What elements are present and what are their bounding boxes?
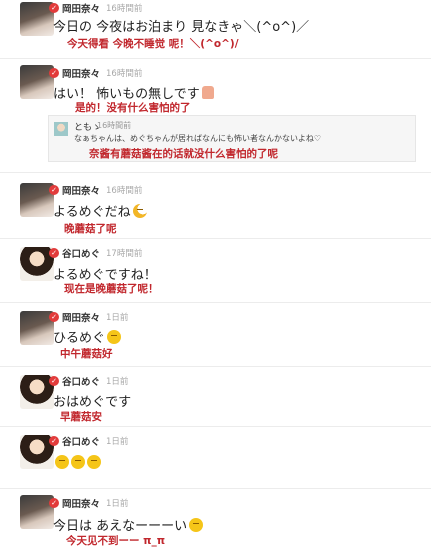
post-header: ✓ 谷口めぐ 17時間前 — [49, 246, 143, 260]
smiley-emoji-icon — [71, 455, 85, 469]
timestamp: 16時間前 — [106, 4, 143, 14]
timestamp: 1日前 — [106, 313, 129, 323]
username[interactable]: 岡田奈々 — [62, 66, 100, 80]
post: ✓ 岡田奈々 16時間前 今日の 今夜はお泊まり 見なきゃ＼(^o^)／ 今天得… — [0, 0, 431, 58]
verified-badge-icon: ✓ — [49, 248, 59, 258]
smiley-emoji-icon — [107, 329, 122, 344]
post-header: ✓ 岡田奈々 1日前 — [49, 496, 129, 510]
post-text: おはめぐです — [53, 395, 132, 410]
quoted-post[interactable]: ともゝ 16時間前 なぁちゃんは、めぐちゃんが居ればなんにも怖い者なんかないよね… — [48, 115, 416, 162]
translation-text: 今天得看 今晚不睡觉 呢！＼(^o^)/ — [67, 38, 239, 50]
username[interactable]: 岡田奈々 — [62, 1, 100, 15]
post-text: 今日の 今夜はお泊まり 見なきゃ＼(^o^)／ — [53, 20, 310, 35]
smiley-emoji-icon — [87, 455, 101, 469]
translation-text: 中午蘑菇好 — [60, 348, 113, 360]
post: ✓ 岡田奈々 1日前 今日は あえなーーーい 今天见不到ーー π_π — [0, 488, 431, 549]
quoted-translation: 奈酱有蘑菇酱在的话就没什么害怕的了呢 — [89, 148, 278, 160]
moon-emoji-icon — [132, 203, 147, 218]
username[interactable]: 岡田奈々 — [62, 496, 100, 510]
verified-badge-icon: ✓ — [49, 3, 59, 13]
verified-badge-icon: ✓ — [49, 376, 59, 386]
quoted-text: なぁちゃんは、めぐちゃんが居ればなんにも怖い者なんかないよね♡ — [74, 134, 322, 143]
translation-text: 早蘑菇安 — [60, 411, 102, 423]
timestamp: 1日前 — [106, 377, 129, 387]
post-text — [53, 455, 101, 469]
verified-badge-icon: ✓ — [49, 312, 59, 322]
timestamp: 16時間前 — [106, 186, 143, 196]
smiley-emoji-icon — [55, 455, 69, 469]
post-header: ✓ 岡田奈々 1日前 — [49, 310, 129, 324]
username[interactable]: 谷口めぐ — [62, 374, 100, 388]
post: ✓ 谷口めぐ 1日前 おはめぐです 早蘑菇安 — [0, 366, 431, 426]
timestamp: 1日前 — [106, 437, 129, 447]
post-text: 今日は あえなーーーい — [53, 515, 204, 534]
post-header: ✓ 谷口めぐ 1日前 — [49, 374, 129, 388]
post-text-content: ひるめぐ — [53, 331, 106, 346]
quoted-avatar[interactable] — [54, 122, 68, 136]
post-header: ✓ 岡田奈々 16時間前 — [49, 183, 143, 197]
post: ✓ 岡田奈々 16時間前 よるめぐだね 晚蘑菇了呢 — [0, 172, 431, 238]
timestamp: 1日前 — [106, 499, 129, 509]
post-text: よるめぐだね — [53, 201, 147, 220]
timestamp: 16時間前 — [106, 69, 143, 79]
verified-badge-icon: ✓ — [49, 185, 59, 195]
post: ✓ 谷口めぐ 1日前 — [0, 426, 431, 488]
verified-badge-icon: ✓ — [49, 68, 59, 78]
post-header: ✓ 岡田奈々 16時間前 — [49, 66, 143, 80]
post: ✓ 岡田奈々 1日前 ひるめぐ 中午蘑菇好 — [0, 302, 431, 366]
username[interactable]: 岡田奈々 — [62, 183, 100, 197]
post-text: ひるめぐ — [53, 327, 122, 346]
post-text-content: 今日は あえなーーーい — [53, 519, 188, 534]
smiley-emoji-icon — [189, 517, 204, 532]
post-header: ✓ 岡田奈々 16時間前 — [49, 1, 143, 15]
verified-badge-icon: ✓ — [49, 436, 59, 446]
verified-badge-icon: ✓ — [49, 498, 59, 508]
translation-text: 是的！没有什么害怕的了 — [75, 102, 191, 114]
post-header: ✓ 谷口めぐ 1日前 — [49, 434, 129, 448]
username[interactable]: 谷口めぐ — [62, 246, 100, 260]
timestamp: 17時間前 — [106, 249, 143, 259]
username[interactable]: 岡田奈々 — [62, 310, 100, 324]
username[interactable]: 谷口めぐ — [62, 434, 100, 448]
translation-text: 晚蘑菇了呢 — [64, 223, 117, 235]
post: ✓ 谷口めぐ 17時間前 よるめぐですね！ 现在是晚蘑菇了呢！ — [0, 238, 431, 302]
quoted-timestamp: 16時間前 — [97, 121, 132, 130]
translation-text: 今天见不到ーー π_π — [66, 535, 166, 547]
translation-text: 现在是晚蘑菇了呢！ — [64, 283, 159, 295]
thumbs-up-emoji-icon — [201, 86, 214, 99]
post-text-content: よるめぐだね — [53, 205, 131, 220]
